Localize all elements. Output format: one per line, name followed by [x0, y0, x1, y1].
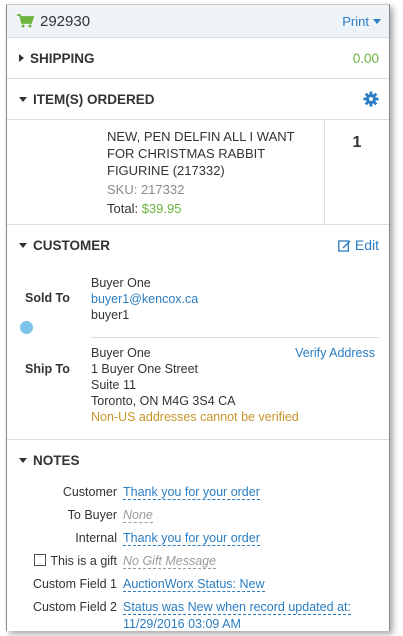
- order-number: 292930: [40, 12, 91, 30]
- sold-to-email[interactable]: buyer1@kencox.ca: [91, 291, 379, 307]
- print-dropdown[interactable]: Print: [342, 14, 381, 29]
- custom-field-2-line1: Status was New when record updated at:: [123, 600, 351, 615]
- verify-address-link[interactable]: Verify Address: [295, 345, 375, 361]
- note-customer-label: Customer: [62, 485, 117, 499]
- notes-body: Customer Thank you for your order To Buy…: [7, 480, 389, 631]
- ship-to-address: Verify Address Buyer One 1 Buyer One Str…: [91, 338, 379, 425]
- note-to-buyer-value[interactable]: None: [123, 508, 153, 523]
- note-customer-row: Customer Thank you for your order: [7, 484, 389, 507]
- item-sku: SKU: 217332: [107, 182, 185, 197]
- custom-field-2-line2: 11/29/2016 03:09 AM: [123, 617, 241, 631]
- notes-title: NOTES: [33, 452, 80, 468]
- collapse-icon: [19, 242, 27, 248]
- gift-message-value[interactable]: No Gift Message: [123, 554, 217, 569]
- chevron-down-icon: [373, 18, 381, 24]
- collapse-icon: [19, 96, 27, 102]
- item-name: NEW, PEN DELFIN ALL I WANT FOR CHRISTMAS…: [107, 129, 295, 178]
- edit-customer-button[interactable]: Edit: [338, 237, 379, 253]
- order-panel: 292930 Print SHIPPING 0.00 ITEM(S) ORDER…: [6, 4, 390, 631]
- custom-field-1-value[interactable]: AuctionWorx Status: New: [123, 577, 265, 592]
- ship-to-line3: Toronto, ON M4G 3S4 CA: [91, 394, 236, 408]
- status-dot: [20, 321, 33, 334]
- item-info: NEW, PEN DELFIN ALL I WANT FOR CHRISTMAS…: [99, 120, 325, 224]
- gear-icon[interactable]: [363, 91, 379, 107]
- note-to-buyer-row: To Buyer None: [7, 507, 389, 530]
- note-customer-value[interactable]: Thank you for your order: [123, 485, 260, 500]
- customer-section-header[interactable]: CUSTOMER Edit: [7, 225, 389, 265]
- items-section-header[interactable]: ITEM(S) ORDERED: [7, 79, 389, 120]
- note-gift-row: This is a gift No Gift Message: [7, 553, 389, 576]
- item-total-value: $39.95: [141, 201, 182, 216]
- note-custom1-row: Custom Field 1 AuctionWorx Status: New: [7, 576, 389, 599]
- edit-icon: [338, 239, 351, 252]
- gift-checkbox[interactable]: [34, 554, 47, 566]
- ship-to-line2: Suite 11: [91, 378, 136, 392]
- items-title: ITEM(S) ORDERED: [33, 91, 155, 107]
- item-quantity: 1: [352, 134, 362, 151]
- sold-to-label: Sold To: [25, 291, 70, 305]
- shipping-title: SHIPPING: [30, 50, 95, 66]
- item-total-label: Total:: [107, 201, 139, 216]
- note-internal-row: Internal Thank you for your order: [7, 530, 389, 553]
- gift-label: This is a gift: [50, 554, 117, 568]
- ship-to-label: Ship To: [25, 362, 70, 376]
- item-total: Total: $39.95: [107, 200, 318, 217]
- note-internal-value[interactable]: Thank you for your order: [123, 531, 260, 546]
- edit-label: Edit: [354, 237, 379, 253]
- order-header: 292930 Print: [7, 5, 389, 38]
- note-custom2-row: Custom Field 2 Status was New when recor…: [7, 599, 389, 631]
- custom-field-1-label: Custom Field 1: [32, 577, 117, 591]
- sold-to-name: Buyer One: [91, 276, 151, 290]
- item-image: [7, 120, 99, 224]
- expand-icon: [19, 54, 24, 62]
- print-label: Print: [342, 13, 369, 29]
- custom-field-2-label: Custom Field 2: [32, 600, 117, 614]
- notes-section-header[interactable]: NOTES: [7, 440, 389, 480]
- address-warning: Non-US addresses cannot be verified: [91, 410, 299, 424]
- shipping-value: 0.00: [352, 50, 379, 66]
- ship-to-line1: 1 Buyer One Street: [91, 362, 199, 376]
- note-to-buyer-label: To Buyer: [67, 508, 117, 522]
- customer-details: Sold To Buyer One buyer1@kencox.ca buyer…: [7, 265, 389, 440]
- sold-to-username: buyer1: [91, 308, 130, 322]
- list-item: NEW, PEN DELFIN ALL I WANT FOR CHRISTMAS…: [7, 120, 389, 225]
- shipping-section-header[interactable]: SHIPPING 0.00: [7, 38, 389, 79]
- customer-title: CUSTOMER: [33, 237, 111, 253]
- custom-field-2-value[interactable]: Status was New when record updated at: 1…: [123, 599, 389, 631]
- cart-icon: [17, 14, 34, 28]
- sold-to-address: Buyer One buyer1@kencox.ca buyer1: [91, 265, 379, 338]
- note-internal-label: Internal: [75, 531, 117, 545]
- collapse-icon: [19, 457, 27, 463]
